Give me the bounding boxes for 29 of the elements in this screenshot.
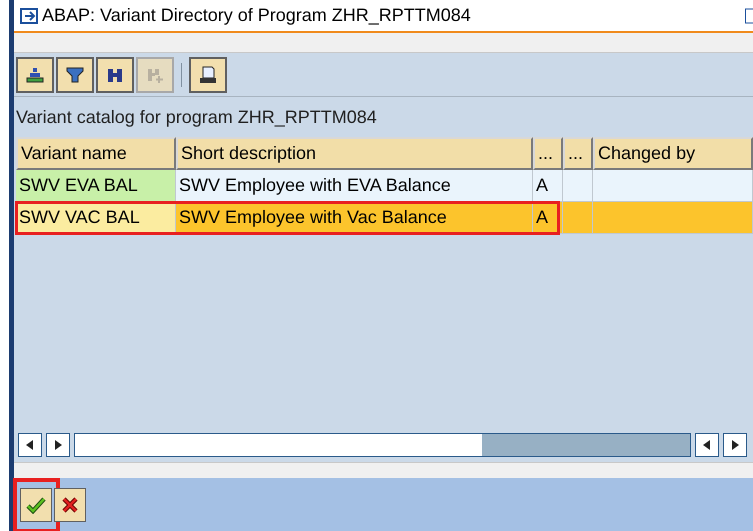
table-cell: SWV EVA BAL [16, 170, 176, 202]
toolbar-button[interactable] [56, 56, 94, 92]
printer-icon [199, 66, 217, 84]
window-title: ABAP: Variant Directory of Program ZHR_RPTTM084 [42, 4, 471, 27]
column-header[interactable]: ... [533, 137, 563, 170]
left-arrow-icon[interactable] [703, 440, 711, 450]
pyramid-icon [26, 66, 44, 84]
toolbar-button[interactable] [16, 56, 54, 92]
table-cell: SWV Employee with EVA Balance [176, 170, 533, 202]
column-header[interactable]: Variant name [16, 137, 176, 170]
right-arrow-icon[interactable] [731, 440, 739, 450]
filter-icon [66, 66, 84, 84]
table-cell [563, 170, 593, 202]
column-header[interactable]: Short description [176, 137, 533, 170]
table-cell: A [533, 170, 563, 202]
window-icon [19, 6, 39, 24]
right-arrow-icon[interactable] [54, 440, 62, 450]
scroll-track[interactable] [74, 433, 691, 457]
left-arrow-icon[interactable] [26, 440, 34, 450]
checkmark-icon [26, 496, 46, 514]
toolbar-button[interactable] [189, 56, 227, 92]
toolbar-button[interactable] [96, 56, 134, 92]
catalog-label: Variant catalog for program ZHR_RPTTM084 [16, 106, 377, 129]
scroll-thumb[interactable] [482, 434, 690, 456]
column-header[interactable]: Changed by [593, 137, 753, 170]
table-cell [563, 202, 593, 234]
cancel-button[interactable] [54, 488, 86, 522]
column-header[interactable]: ... [563, 137, 593, 170]
ok-button[interactable] [20, 488, 52, 522]
